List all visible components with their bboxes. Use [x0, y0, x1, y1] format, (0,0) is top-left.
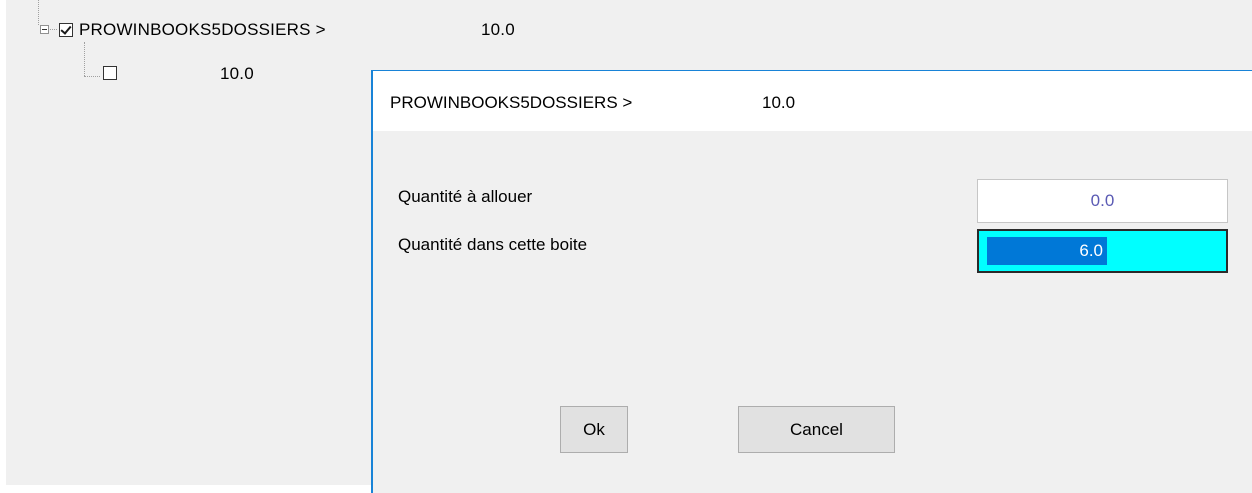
quantity-to-allocate-value: 0.0 — [1090, 191, 1115, 210]
dialog-title-bar: PROWINBOOKS5DOSSIERS > 10.0 — [373, 71, 1252, 131]
allocation-dialog: PROWINBOOKS5DOSSIERS > 10.0 Quantité à a… — [371, 70, 1252, 493]
root-node-label[interactable]: PROWINBOOKS5DOSSIERS > — [79, 20, 326, 40]
child-node-checkbox[interactable] — [103, 66, 117, 80]
box-quantity-selected-value: 6.0 — [987, 237, 1107, 265]
checkmark-icon — [60, 23, 72, 35]
quantity-to-allocate-label: Quantité à allouer — [398, 187, 533, 206]
tree-collapse-toggle[interactable] — [40, 25, 49, 34]
tree-connector-line — [38, 0, 39, 25]
cancel-button[interactable]: Cancel — [738, 406, 895, 453]
quantity-to-allocate-field[interactable]: 0.0 — [977, 179, 1228, 223]
root-node-checkbox[interactable] — [59, 23, 73, 37]
ok-button[interactable]: Ok — [560, 406, 628, 453]
child-node-quantity: 10.0 — [220, 64, 254, 83]
dialog-title-quantity: 10.0 — [762, 93, 796, 112]
box-quantity-label: Quantité dans cette boite — [398, 235, 588, 254]
dialog-title: PROWINBOOKS5DOSSIERS > — [390, 93, 633, 112]
box-quantity-field[interactable]: 6.0 — [977, 229, 1228, 273]
tree-connector-line — [84, 42, 85, 76]
tree-connector-line — [84, 76, 100, 77]
root-node-quantity: 10.0 — [481, 20, 515, 39]
